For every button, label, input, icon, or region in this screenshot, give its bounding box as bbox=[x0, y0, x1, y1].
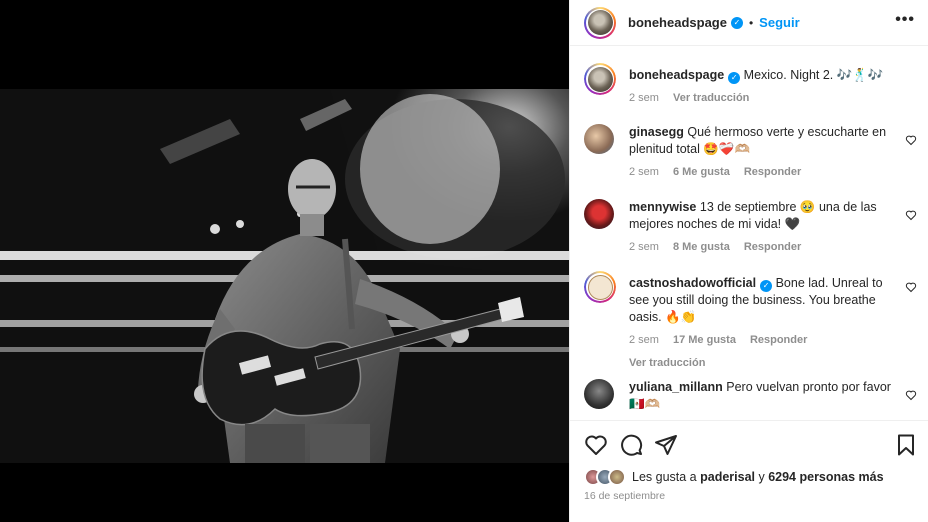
caption-avatar[interactable] bbox=[584, 63, 616, 95]
comment-avatar[interactable] bbox=[584, 379, 614, 409]
instagram-post-view: boneheadspage ✓ • Seguir ••• boneheadspa… bbox=[0, 0, 928, 522]
verified-badge-icon: ✓ bbox=[730, 16, 743, 29]
verified-badge-icon: ✓ bbox=[760, 279, 773, 292]
comment-likes[interactable]: 17 Me gusta bbox=[673, 332, 736, 349]
comment-avatar[interactable] bbox=[584, 124, 614, 154]
header-separator: • bbox=[748, 15, 754, 30]
more-options-icon[interactable]: ••• bbox=[895, 11, 915, 29]
likes-summary[interactable]: Les gusta a paderisal y 6294 personas má… bbox=[584, 468, 884, 486]
comment-username[interactable]: yuliana_millann bbox=[629, 380, 723, 394]
reply-button[interactable]: Responder bbox=[744, 164, 801, 181]
caption-username[interactable]: boneheadspage bbox=[629, 68, 724, 82]
post-photo[interactable] bbox=[0, 89, 569, 463]
like-comment-heart-icon[interactable] bbox=[905, 281, 917, 293]
reply-button[interactable]: Responder bbox=[744, 239, 801, 256]
likes-others[interactable]: 6294 personas más bbox=[768, 470, 883, 484]
likes-prefix: Les gusta a bbox=[632, 470, 701, 484]
comment-time[interactable]: 2 sem bbox=[629, 239, 659, 256]
concert-photo bbox=[0, 89, 569, 463]
share-icon[interactable] bbox=[654, 433, 678, 457]
comments-list[interactable]: boneheadspage ✓ Mexico. Night 2. 🎶🕺🎶 2 se… bbox=[570, 47, 928, 420]
comment-avatar[interactable] bbox=[584, 199, 614, 229]
post-header: boneheadspage ✓ • Seguir ••• bbox=[570, 0, 928, 46]
like-comment-heart-icon[interactable] bbox=[905, 134, 917, 146]
comment-likes[interactable]: 6 Me gusta bbox=[673, 164, 730, 181]
caption-text: Mexico. Night 2. 🎶🕺🎶 bbox=[743, 68, 884, 82]
comment-username[interactable]: ginasegg bbox=[629, 125, 684, 139]
comment-likes[interactable]: 8 Me gusta bbox=[673, 239, 730, 256]
likes-user[interactable]: paderisal bbox=[700, 470, 755, 484]
comment-username[interactable]: mennywise bbox=[629, 200, 696, 214]
caption-time[interactable]: 2 sem bbox=[629, 90, 659, 107]
follow-button[interactable]: Seguir bbox=[759, 15, 799, 30]
bookmark-icon[interactable] bbox=[894, 433, 918, 457]
likes-middle: y bbox=[755, 470, 769, 484]
post-date[interactable]: 16 de septiembre bbox=[584, 490, 665, 502]
comment-icon[interactable] bbox=[619, 433, 643, 457]
likes-text[interactable]: Les gusta a paderisal y 6294 personas má… bbox=[632, 470, 884, 484]
verified-badge-icon: ✓ bbox=[728, 71, 741, 84]
like-comment-heart-icon[interactable] bbox=[905, 389, 917, 401]
header-username[interactable]: boneheadspage bbox=[628, 15, 727, 30]
comment-translate[interactable]: Ver traducción bbox=[629, 355, 891, 372]
comment-time[interactable]: 2 sem bbox=[629, 164, 659, 181]
avatar-image bbox=[587, 10, 613, 35]
comment-time[interactable]: 2 sem bbox=[629, 332, 659, 349]
heart-icon[interactable] bbox=[584, 433, 608, 457]
like-comment-heart-icon[interactable] bbox=[905, 209, 917, 221]
reply-button[interactable]: Responder bbox=[750, 332, 807, 349]
action-bar: Les gusta a paderisal y 6294 personas má… bbox=[570, 420, 928, 522]
comment-username[interactable]: castnoshadowofficial bbox=[629, 276, 756, 290]
media-pane bbox=[0, 0, 569, 522]
avatar[interactable] bbox=[584, 6, 616, 39]
caption-translate[interactable]: Ver traducción bbox=[673, 90, 749, 107]
comment-avatar[interactable] bbox=[584, 271, 616, 303]
liker-avatar bbox=[608, 468, 626, 486]
post-side-panel: boneheadspage ✓ • Seguir ••• boneheadspa… bbox=[569, 0, 928, 522]
